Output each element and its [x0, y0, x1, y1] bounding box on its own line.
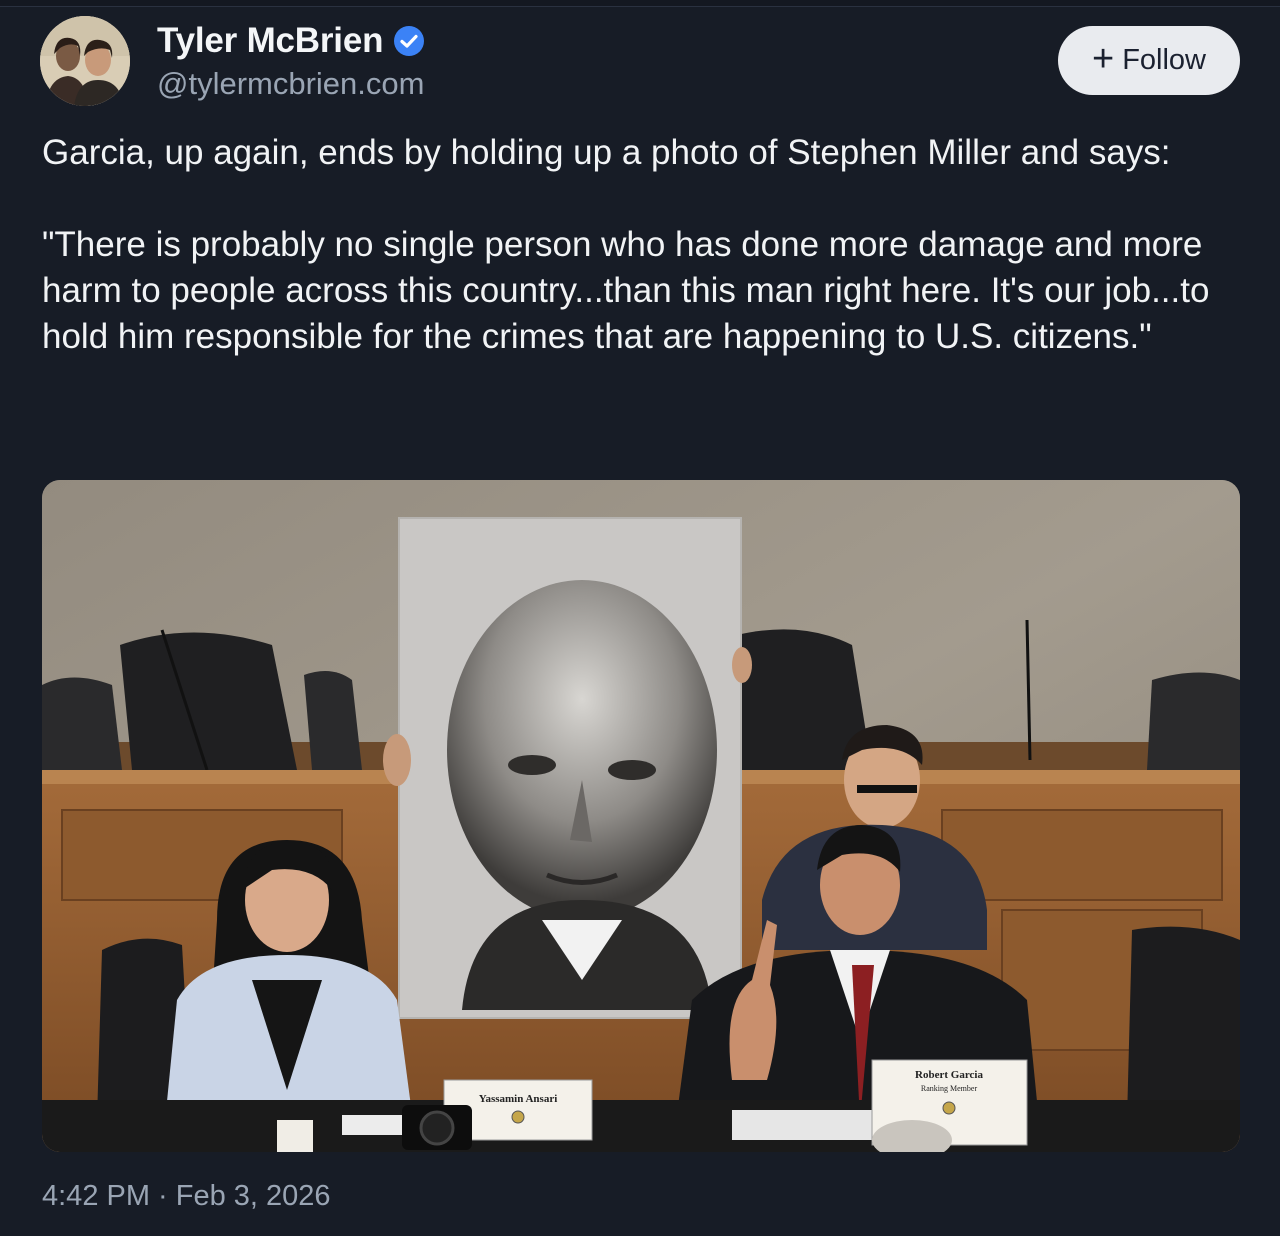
author-display-name[interactable]: Tyler McBrien [157, 21, 383, 61]
author-avatar[interactable] [40, 16, 130, 106]
author-handle[interactable]: @tylermcbrien.com [157, 66, 424, 102]
top-divider [0, 0, 1280, 7]
post-timestamp[interactable]: 4:42 PM · Feb 3, 2026 [42, 1180, 331, 1213]
post-paragraph: "There is probably no single person who … [42, 225, 1210, 356]
hearing-photo: Yassamin Ansari Robert Garcia Ranking Me… [42, 480, 1240, 1152]
plus-icon: + [1091, 37, 1115, 80]
nameplate-right-name: Robert Garcia [915, 1069, 983, 1081]
nameplate-right-title: Ranking Member [921, 1084, 978, 1093]
post-image[interactable]: Yassamin Ansari Robert Garcia Ranking Me… [42, 480, 1240, 1152]
post-paragraph: Garcia, up again, ends by holding up a p… [42, 133, 1171, 172]
follow-label: Follow [1122, 44, 1206, 76]
follow-button[interactable]: + Follow [1058, 26, 1240, 95]
avatar-photo-icon [40, 16, 130, 106]
post-text: Garcia, up again, ends by holding up a p… [42, 130, 1242, 360]
verified-badge-icon [393, 25, 425, 57]
nameplate-left: Yassamin Ansari [479, 1093, 558, 1105]
author-name-row: Tyler McBrien [157, 20, 425, 62]
